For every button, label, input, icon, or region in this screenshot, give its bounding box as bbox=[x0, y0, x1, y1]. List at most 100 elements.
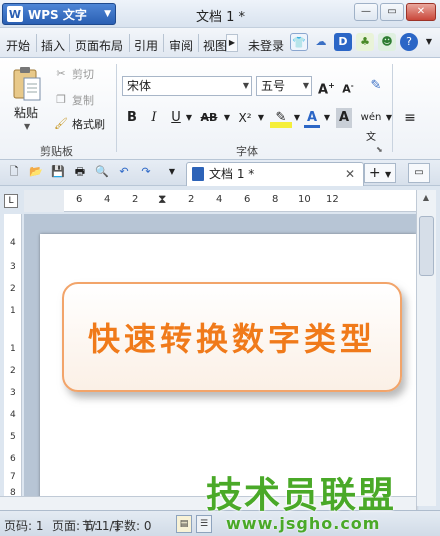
copy-label: 复制 bbox=[72, 94, 94, 107]
text-box-content[interactable]: 快速转换数字类型 bbox=[88, 314, 376, 360]
ruler-number: 2 bbox=[132, 194, 139, 205]
undo-icon[interactable]: ↶ bbox=[116, 164, 132, 180]
document-canvas: 快速转换数字类型 bbox=[24, 214, 416, 514]
ruler-number: 1 bbox=[10, 306, 16, 316]
new-tab-button[interactable]: + ▼ bbox=[364, 163, 396, 183]
window-controls: — ▭ ✕ bbox=[354, 3, 436, 21]
page-view-icon[interactable]: ▤ bbox=[176, 515, 192, 533]
ruler-number: 4 bbox=[10, 410, 16, 420]
chevron-down-icon[interactable]: ▼ bbox=[222, 108, 232, 128]
scroll-thumb[interactable] bbox=[419, 216, 434, 276]
window-layout-icon[interactable]: ▭ bbox=[408, 163, 430, 183]
app-menu-button[interactable]: W WPS 文字 ▼ bbox=[2, 3, 116, 25]
close-tab-icon[interactable]: ✕ bbox=[345, 163, 355, 185]
chevron-down-icon: ▼ bbox=[242, 81, 249, 90]
print-icon[interactable]: 🖶 bbox=[72, 164, 88, 180]
open-folder-icon[interactable]: 📂 bbox=[28, 164, 44, 180]
format-painter-button[interactable]: 🖌 格式刷 bbox=[54, 116, 105, 132]
chevron-down-icon[interactable]: ▼ bbox=[184, 108, 194, 128]
tab-page-layout[interactable]: 页面布局 bbox=[75, 37, 123, 54]
format-painter-label: 格式刷 bbox=[72, 118, 105, 131]
ruler-margin bbox=[24, 190, 64, 212]
paste-icon[interactable] bbox=[12, 66, 42, 102]
ruler-number: 2 bbox=[188, 194, 195, 205]
divider bbox=[129, 34, 130, 52]
clear-format-icon[interactable]: ✎ bbox=[366, 76, 386, 96]
clipboard-group-label: 剪贴板 bbox=[40, 145, 73, 158]
tab-insert[interactable]: 插入 bbox=[41, 37, 65, 54]
copy-button[interactable]: ❐ 复制 bbox=[54, 92, 94, 108]
ruler-number: 12 bbox=[326, 194, 339, 205]
text-box[interactable]: 快速转换数字类型 bbox=[62, 282, 402, 392]
document-tab-label: 文档 1 * bbox=[209, 167, 255, 181]
redo-icon[interactable]: ↷ bbox=[138, 164, 154, 180]
print-preview-icon[interactable]: 🔍 bbox=[94, 164, 110, 180]
tab-home[interactable]: 开始 bbox=[6, 37, 30, 54]
ruler-number: 10 bbox=[298, 194, 311, 205]
shirt-icon[interactable]: 👕 bbox=[290, 33, 308, 51]
document-icon bbox=[192, 167, 204, 181]
ruler-number: 6 bbox=[10, 454, 16, 464]
cut-button[interactable]: ✂ 剪切 bbox=[54, 66, 94, 82]
font-dialog-launcher-icon[interactable]: ⬊ bbox=[376, 145, 383, 154]
watermark-logo: 技术员联盟 www.jsgho.com bbox=[206, 466, 436, 536]
underline-button[interactable]: U bbox=[168, 108, 184, 128]
wps-logo-icon: W bbox=[7, 6, 23, 22]
divider bbox=[392, 64, 393, 152]
tab-stop-selector[interactable]: L bbox=[4, 194, 18, 208]
save-icon[interactable]: 💾 bbox=[50, 164, 66, 180]
divider bbox=[36, 34, 37, 52]
cloud-icon[interactable]: ☁ bbox=[312, 33, 330, 51]
maximize-button[interactable]: ▭ bbox=[380, 3, 404, 21]
highlight-icon[interactable]: ✎ bbox=[270, 108, 292, 128]
login-status[interactable]: 未登录 bbox=[248, 37, 284, 54]
paste-button[interactable]: 粘贴 bbox=[14, 104, 38, 121]
cut-label: 剪切 bbox=[72, 68, 94, 81]
horizontal-ruler[interactable]: 6 4 2 ⧗ 2 4 6 8 10 12 bbox=[24, 190, 416, 212]
shrink-font-icon[interactable]: A- bbox=[340, 76, 356, 96]
d-icon[interactable]: D bbox=[334, 33, 352, 51]
font-size-select[interactable]: 五号 ▼ bbox=[256, 76, 312, 96]
tab-document-1[interactable]: 文档 1 * ✕ bbox=[186, 162, 364, 186]
ruler-number: 3 bbox=[10, 388, 16, 398]
brush-icon: 🖌 bbox=[54, 117, 68, 130]
vertical-scrollbar[interactable]: ▲ bbox=[416, 190, 436, 506]
tab-review[interactable]: 审阅 bbox=[169, 37, 193, 54]
ruler-number: 6 bbox=[76, 194, 83, 205]
minimize-button[interactable]: — bbox=[354, 3, 378, 21]
tab-references[interactable]: 引用 bbox=[134, 37, 158, 54]
chevron-down-icon[interactable]: ▼ bbox=[256, 108, 266, 128]
bold-button[interactable]: B bbox=[124, 108, 140, 128]
new-document-icon[interactable]: 🗋 bbox=[6, 164, 22, 180]
font-size-value: 五号 bbox=[261, 79, 286, 93]
chevron-down-icon[interactable]: ▼ bbox=[292, 108, 302, 128]
watermark-text: 技术员联盟 bbox=[206, 475, 397, 516]
divider bbox=[69, 34, 70, 52]
grow-font-icon[interactable]: A+ bbox=[318, 76, 335, 97]
app-name: WPS 文字 bbox=[28, 7, 87, 22]
indent-marker-icon[interactable]: ⧗ bbox=[158, 192, 166, 207]
close-button[interactable]: ✕ bbox=[406, 3, 436, 21]
chevron-down-icon[interactable]: ▼ bbox=[322, 108, 332, 128]
chevron-down-icon[interactable]: ▼ bbox=[420, 33, 438, 51]
font-color-icon[interactable]: A bbox=[304, 108, 320, 128]
tab-view[interactable]: 视图 bbox=[203, 37, 227, 54]
community-icon[interactable]: ♣ bbox=[356, 33, 374, 51]
customize-icon[interactable]: ▼ bbox=[164, 164, 180, 180]
phonetic-guide-button[interactable]: wén 文 bbox=[358, 108, 384, 143]
align-left-icon[interactable]: ≡ bbox=[400, 108, 420, 128]
italic-button[interactable]: I bbox=[146, 108, 162, 128]
strikethrough-button[interactable]: AB bbox=[198, 108, 220, 128]
ruler-number: 5 bbox=[10, 432, 16, 442]
superscript-button[interactable]: X² bbox=[234, 108, 256, 128]
more-tabs-button[interactable]: ▶ bbox=[226, 34, 238, 52]
char-shading-icon[interactable]: A bbox=[336, 108, 352, 128]
ruler-number: 6 bbox=[244, 194, 251, 205]
vertical-ruler[interactable]: 4 3 2 1 1 2 3 4 5 6 7 8 bbox=[4, 214, 22, 504]
chevron-down-icon[interactable]: ▼ bbox=[24, 122, 30, 131]
scroll-up-icon[interactable]: ▲ bbox=[417, 190, 435, 206]
help-icon[interactable]: ? bbox=[400, 33, 418, 51]
people-icon[interactable]: ☻ bbox=[378, 33, 396, 51]
font-name-select[interactable]: 宋体 ▼ bbox=[122, 76, 252, 96]
ruler-number: 3 bbox=[10, 262, 16, 272]
